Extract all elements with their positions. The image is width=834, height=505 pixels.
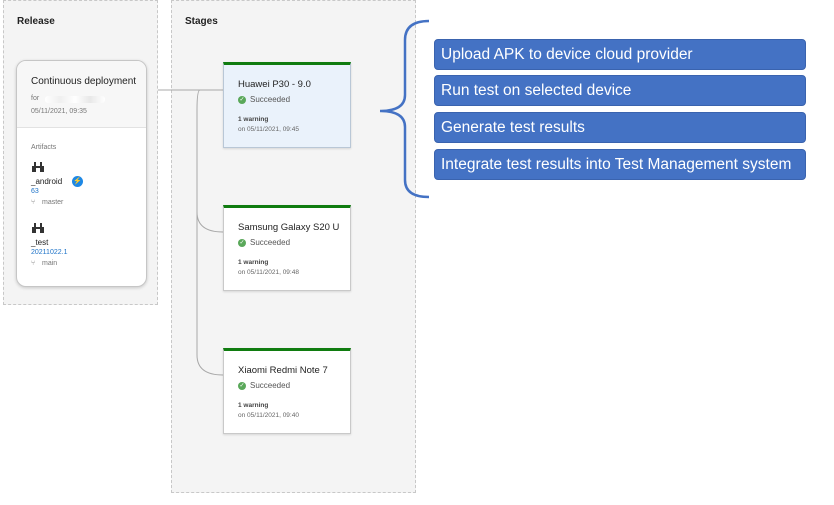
artifact-name[interactable]: _android xyxy=(31,177,62,186)
redacted-requester xyxy=(45,96,105,103)
branch-icon: ⑂ xyxy=(31,199,36,206)
task-run-test: Run test on selected device xyxy=(434,75,806,106)
stage-warning[interactable]: 1 warning xyxy=(238,402,268,409)
success-check-icon: ✓ xyxy=(238,95,246,104)
build-artifact-icon xyxy=(32,162,44,172)
stage-status-text: Succeeded xyxy=(250,238,291,247)
stage-status: ✓ Succeeded xyxy=(238,381,290,390)
stage-status: ✓ Succeeded xyxy=(238,238,290,247)
stage-card-samsung[interactable]: Samsung Galaxy S20 U ✓ Succeeded 1 warnin… xyxy=(223,205,351,291)
artifacts-label: Artifacts xyxy=(31,144,57,151)
task-upload-apk: Upload APK to device cloud provider xyxy=(434,39,806,70)
build-artifact-icon xyxy=(32,223,44,233)
stage-name[interactable]: Samsung Galaxy S20 U xyxy=(238,222,339,233)
task-integrate-results: Integrate test results into Test Managem… xyxy=(434,149,806,180)
artifact-branch: main xyxy=(42,260,58,267)
artifact-name[interactable]: _test xyxy=(31,238,48,247)
stage-name[interactable]: Xiaomi Redmi Note 7 xyxy=(238,365,328,376)
artifact-version[interactable]: 63 xyxy=(31,188,39,195)
task-generate-results: Generate test results xyxy=(434,112,806,143)
stage-card-huawei[interactable]: Huawei P30 - 9.0 ✓ Succeeded 1 warning on… xyxy=(223,62,351,148)
release-title[interactable]: Continuous deployment xyxy=(31,76,136,87)
stage-name[interactable]: Huawei P30 - 9.0 xyxy=(238,79,311,90)
stage-date: on 05/11/2021, 09:45 xyxy=(238,126,299,133)
continuous-deployment-icon: ⚡ xyxy=(72,176,83,187)
artifact-version[interactable]: 20211022.1 xyxy=(31,249,67,256)
stage-card-xiaomi[interactable]: Xiaomi Redmi Note 7 ✓ Succeeded 1 warning… xyxy=(223,348,351,434)
stage-date: on 05/11/2021, 09:48 xyxy=(238,269,299,276)
stage-status-text: Succeeded xyxy=(250,95,291,104)
stage-status: ✓ Succeeded xyxy=(238,95,290,104)
brace-icon xyxy=(379,19,430,199)
success-check-icon: ✓ xyxy=(238,238,246,247)
release-card[interactable]: Continuous deployment for 05/11/2021, 09… xyxy=(16,60,147,287)
artifact-branch: master xyxy=(42,199,64,206)
release-for-label: for xyxy=(31,95,40,102)
success-check-icon: ✓ xyxy=(238,381,246,390)
branch-icon: ⑂ xyxy=(31,260,36,267)
stage-status-text: Succeeded xyxy=(250,381,291,390)
stage-warning[interactable]: 1 warning xyxy=(238,259,268,266)
stage-warning[interactable]: 1 warning xyxy=(238,116,268,123)
stage-date: on 05/11/2021, 09:40 xyxy=(238,412,299,419)
release-date: 05/11/2021, 09:35 xyxy=(31,108,87,115)
release-card-header: Continuous deployment for 05/11/2021, 09… xyxy=(17,61,146,128)
